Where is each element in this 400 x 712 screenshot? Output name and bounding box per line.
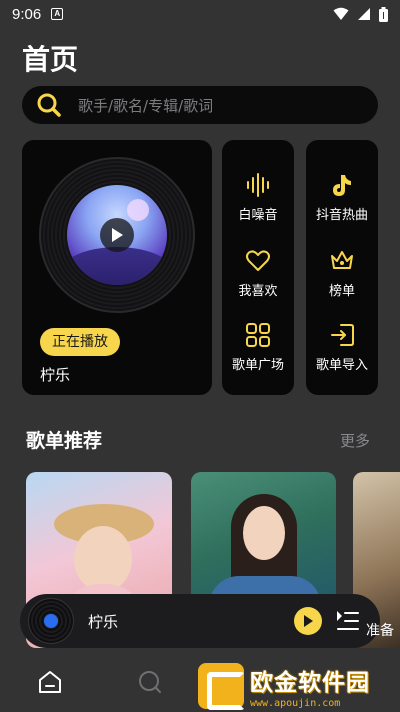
queue-icon[interactable] [336,610,360,632]
tile-playlist-import[interactable]: 歌单导入 [306,322,378,373]
tile-label: 榜单 [328,284,355,299]
playlist-cover-face [243,506,285,560]
sound-wave-icon [247,173,269,197]
import-icon [331,324,354,346]
battery-icon [379,6,388,22]
notification-icon: A [51,8,64,20]
search-input[interactable]: 歌手/歌名/专辑/歌词 [22,86,378,124]
search-placeholder: 歌手/歌名/专辑/歌词 [78,96,214,115]
album-art [67,185,167,285]
now-playing-card[interactable]: 正在播放 柠乐 [22,140,212,395]
status-bar: 9:06 A [0,0,400,28]
watermark: 欧金软件园 www.apoujin.com [198,660,400,712]
crown-icon [331,251,353,269]
tile-charts[interactable]: 榜单 [306,248,378,299]
tile-label: 白噪音 [238,208,278,223]
wifi-icon [333,7,349,20]
album-art-hill [67,247,167,285]
mini-player[interactable]: 柠乐 [20,594,380,648]
search-icon [37,93,61,117]
tile-favorites[interactable]: 我喜欢 [222,248,294,299]
grid-icon [246,323,270,347]
tile-white-noise[interactable]: 白噪音 [222,172,294,223]
tile-label: 我喜欢 [238,284,278,299]
playlist-cover-face [74,526,132,592]
album-art-moon [127,199,149,221]
play-button[interactable] [100,218,134,252]
watermark-url: www.apoujin.com [250,698,341,709]
tile-playlist-square[interactable]: 歌单广场 [222,322,294,373]
page-title: 首页 [22,43,79,76]
now-playing-title: 柠乐 [40,366,71,384]
vinyl-disc[interactable] [39,157,195,313]
card-caption: 准备 [366,623,394,639]
now-playing-badge[interactable]: 正在播放 [40,328,120,356]
heart-icon [246,250,270,271]
play-icon [304,615,313,627]
quick-tiles-column-2: 抖音热曲 榜单 歌单导入 [306,140,378,395]
watermark-title: 欧金软件园 [250,670,370,696]
search-nav-icon[interactable] [137,669,163,695]
mini-disc [28,598,74,644]
status-icons [333,6,388,22]
section-title: 歌单推荐 [26,430,103,452]
douyin-icon [333,175,351,196]
tile-douyin-hot[interactable]: 抖音热曲 [306,172,378,223]
signal-icon [358,8,370,20]
home-icon[interactable] [37,669,63,695]
tile-label: 歌单导入 [315,358,368,373]
mini-player-title: 柠乐 [88,613,119,631]
play-icon [112,228,123,242]
status-time: 9:06 [12,5,42,23]
tile-label: 歌单广场 [231,358,284,373]
watermark-logo-icon [198,663,245,710]
more-link[interactable]: 更多 [340,430,370,451]
mini-play-button[interactable] [294,607,322,635]
tile-label: 抖音热曲 [315,208,368,223]
quick-tiles-column-1: 白噪音 我喜欢 歌单广场 [222,140,294,395]
